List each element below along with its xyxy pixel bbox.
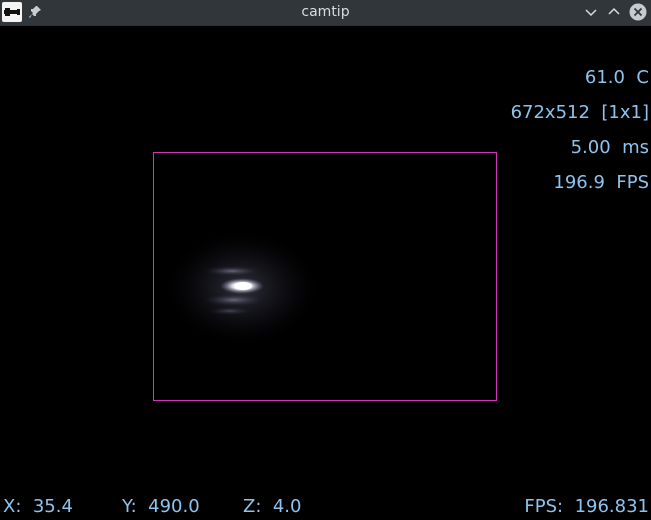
z-coordinate-readout: Z: 4.0 (243, 496, 302, 517)
x-coordinate-readout: X: 35.4 (3, 496, 73, 517)
roi-box[interactable] (153, 152, 497, 401)
chevron-up-icon[interactable] (605, 3, 623, 21)
beam-image (162, 228, 322, 348)
frame-rate-overlay: 196.9 FPS (553, 172, 649, 193)
window-title: camtip (301, 4, 350, 20)
sensor-temperature: 61.0 C (584, 67, 649, 88)
exposure-time: 5.00 ms (570, 137, 649, 158)
title-bar[interactable]: camtip (0, 0, 651, 26)
close-icon[interactable] (629, 3, 647, 21)
chevron-down-icon[interactable] (582, 3, 600, 21)
resolution-binning: 672x512 [1x1] (510, 102, 649, 123)
pin-icon[interactable] (28, 3, 44, 21)
fps-readout: FPS: 196.831 (524, 496, 649, 517)
camtip-logo-icon[interactable] (2, 2, 22, 22)
camtip-window: camtip 61.0 C 672x512 [1x1] 5.00 ms 196.… (0, 0, 651, 520)
y-coordinate-readout: Y: 490.0 (122, 496, 200, 517)
